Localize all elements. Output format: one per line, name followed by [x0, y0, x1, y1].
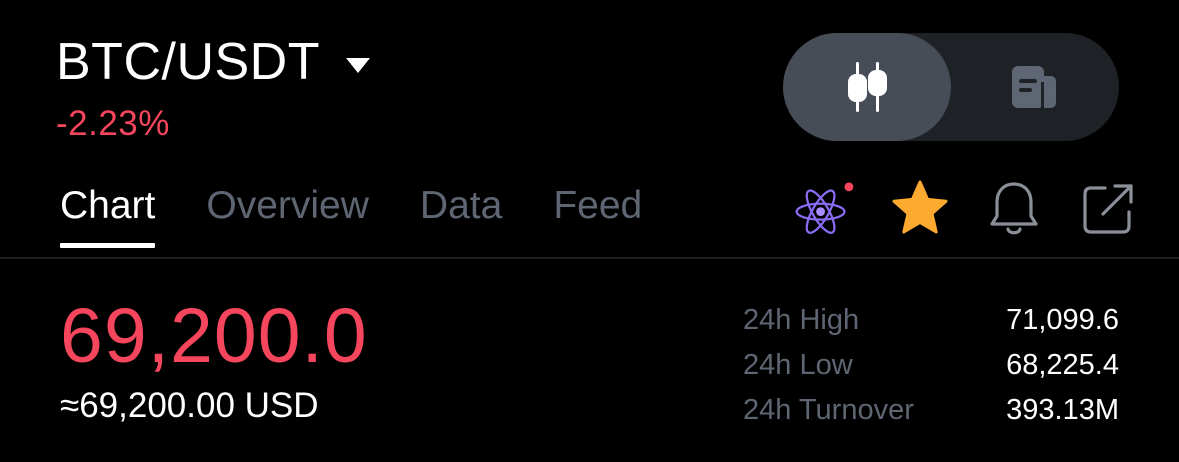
document-icon [1012, 66, 1056, 108]
favorite-button[interactable] [889, 178, 951, 240]
price-change-percent: -2.23% [56, 104, 170, 143]
last-price: 69,200.0 [60, 293, 368, 379]
view-toggle[interactable] [783, 33, 1119, 141]
tab-divider [0, 257, 1179, 259]
atom-ai-icon [795, 182, 854, 234]
stat-label: 24h Turnover [743, 394, 914, 426]
stat-row-turnover: 24h Turnover 393.13M [743, 388, 1119, 433]
stat-row-high: 24h High 71,099.6 [743, 298, 1119, 343]
share-icon [1083, 184, 1133, 234]
price-usd-equivalent: ≈69,200.00 USD [60, 386, 319, 425]
caret-down-icon[interactable] [346, 57, 370, 73]
candlestick-icon [848, 62, 887, 112]
price-alert-button[interactable] [983, 178, 1045, 240]
stat-label: 24h Low [743, 349, 853, 381]
star-icon [892, 180, 948, 234]
tab-actions [0, 178, 1179, 248]
bell-icon [990, 182, 1038, 235]
stats-panel: 24h High 71,099.6 24h Low 68,225.4 24h T… [743, 298, 1119, 433]
pair-selector[interactable]: BTC/USDT [56, 32, 370, 92]
pair-title[interactable]: BTC/USDT [56, 32, 320, 92]
ai-assistant-button[interactable] [794, 178, 856, 240]
stat-label: 24h High [743, 304, 860, 336]
stat-value: 68,225.4 [1006, 349, 1119, 381]
toggle-chart-view[interactable] [783, 33, 951, 141]
share-button[interactable] [1077, 178, 1139, 240]
toggle-info-view[interactable] [951, 33, 1119, 141]
stat-value: 393.13M [1006, 394, 1119, 426]
stat-row-low: 24h Low 68,225.4 [743, 343, 1119, 388]
stat-value: 71,099.6 [1006, 304, 1119, 336]
